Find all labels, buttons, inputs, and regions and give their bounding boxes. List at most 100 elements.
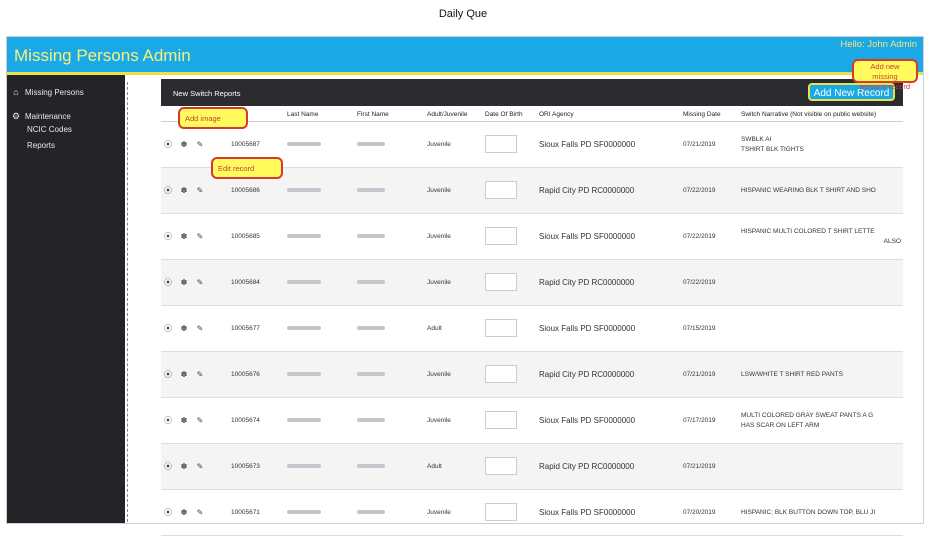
adult-juvenile: Juvenile: [425, 121, 483, 168]
globe-icon[interactable]: ⦿: [163, 323, 173, 333]
edit-pencil-icon[interactable]: ✎: [195, 140, 205, 150]
table-row[interactable]: ⦿ ✽ ✎ 10005684 Juvenile Rapid City PD RC00000…: [161, 259, 903, 306]
table-row[interactable]: ⦿ ✽ ✎ 10005671 Juvenile Sioux Falls PD SF0000…: [161, 489, 903, 536]
adult-juvenile: Juvenile: [425, 259, 483, 306]
panel-title: New Switch Reports: [173, 89, 241, 98]
narrative-line: HISPANIC WEARING BLK T SHIRT AND SHO: [741, 186, 876, 194]
globe-icon[interactable]: ⦿: [163, 461, 173, 471]
first-name-redacted: [355, 397, 425, 444]
callout-edit-record: Edit record: [211, 157, 283, 179]
row-actions: ⦿ ✽ ✎: [161, 351, 229, 398]
narrative-line: HISPANIC; BLK BUTTON DOWN TOP, BLU JI: [741, 508, 876, 516]
edit-pencil-icon[interactable]: ✎: [195, 462, 205, 472]
add-image-icon[interactable]: ✽: [179, 324, 189, 334]
ori-agency: Rapid City PD RC0000000: [537, 443, 681, 490]
col-dob[interactable]: Date Of Birth: [483, 107, 537, 122]
col-first-name[interactable]: First Name: [355, 107, 425, 122]
dob-field: [483, 259, 537, 306]
missing-date: 07/22/2019: [681, 167, 739, 214]
add-image-icon[interactable]: ✽: [179, 462, 189, 472]
callout-add-new-missing: Add new missing persons record: [852, 59, 918, 91]
row-actions: ⦿ ✽ ✎: [161, 489, 229, 536]
app-title: Missing Persons Admin: [14, 46, 191, 65]
dob-field: [483, 121, 537, 168]
dob-field: [483, 213, 537, 260]
add-image-icon[interactable]: ✽: [179, 186, 189, 196]
adult-juvenile: Adult: [425, 443, 483, 490]
panel-header: New Switch Reports Add New Record: [161, 79, 903, 106]
ori-agency: Sioux Falls PD SF0000000: [537, 213, 681, 260]
edit-pencil-icon[interactable]: ✎: [195, 416, 205, 426]
globe-icon[interactable]: ⦿: [163, 185, 173, 195]
first-name-redacted: [355, 305, 425, 352]
add-image-icon[interactable]: ✽: [179, 140, 189, 150]
table-row[interactable]: ⦿ ✽ ✎ 10005685 Juvenile Sioux Falls PD SF0000…: [161, 213, 903, 260]
globe-icon[interactable]: ⦿: [163, 277, 173, 287]
edit-pencil-icon[interactable]: ✎: [195, 508, 205, 518]
user-greeting[interactable]: Hello: John Admin: [840, 39, 917, 50]
table-row[interactable]: ⦿ ✽ ✎ 10005676 Juvenile Rapid City PD RC00000…: [161, 351, 903, 398]
switch-narrative: [739, 305, 903, 352]
globe-icon[interactable]: ⦿: [163, 369, 173, 379]
record-id: 10005684: [229, 259, 285, 306]
sidebar-item-missing-persons[interactable]: ⌂ Missing Persons: [11, 87, 83, 97]
narrative-line: HAS SCAR ON LEFT ARM: [741, 421, 820, 429]
add-image-icon[interactable]: ✽: [179, 278, 189, 288]
first-name-redacted: [355, 121, 425, 168]
add-image-icon[interactable]: ✽: [179, 416, 189, 426]
switch-narrative: HISPANIC MULTI COLORED T SHIRT LETTE ALSO: [739, 213, 903, 260]
ori-agency: Rapid City PD RC0000000: [537, 259, 681, 306]
globe-icon[interactable]: ⦿: [163, 507, 173, 517]
col-last-name[interactable]: Last Name: [285, 107, 355, 122]
table-row[interactable]: ⦿ ✽ ✎ 10005674 Juvenile Sioux Falls PD SF0000…: [161, 397, 903, 444]
table-header-row: Last Name First Name Adult/Juvenile Date…: [161, 107, 903, 122]
edit-pencil-icon[interactable]: ✎: [195, 186, 205, 196]
last-name-redacted: [285, 121, 355, 168]
edit-pencil-icon[interactable]: ✎: [195, 324, 205, 334]
narrative-line: ALSO: [883, 237, 901, 245]
adult-juvenile: Juvenile: [425, 351, 483, 398]
first-name-redacted: [355, 167, 425, 214]
sidebar-item-reports[interactable]: Reports: [27, 141, 55, 150]
col-missing-date[interactable]: Missing Date: [681, 107, 739, 122]
globe-icon[interactable]: ⦿: [163, 139, 173, 149]
last-name-redacted: [285, 443, 355, 490]
record-id: 10005676: [229, 351, 285, 398]
col-ori-agency[interactable]: ORI Agency: [537, 107, 681, 122]
first-name-redacted: [355, 443, 425, 490]
adult-juvenile: Juvenile: [425, 213, 483, 260]
edit-pencil-icon[interactable]: ✎: [195, 232, 205, 242]
add-image-icon[interactable]: ✽: [179, 370, 189, 380]
narrative-line: LSW/WHITE T SHIRT RED PANTS: [741, 370, 843, 378]
narrative-line: MULTI COLORED GRAY SWEAT PANTS A G: [741, 411, 874, 419]
dob-field: [483, 397, 537, 444]
last-name-redacted: [285, 167, 355, 214]
dob-field: [483, 489, 537, 536]
add-image-icon[interactable]: ✽: [179, 232, 189, 242]
col-switch-narrative[interactable]: Switch Narrative (Not visible on public …: [739, 107, 903, 122]
sidebar-item-ncic-codes[interactable]: NCIC Codes: [27, 125, 72, 134]
switch-narrative: MULTI COLORED GRAY SWEAT PANTS A G HAS SC…: [739, 397, 903, 444]
globe-icon[interactable]: ⦿: [163, 415, 173, 425]
missing-date: 07/22/2019: [681, 259, 739, 306]
dob-field: [483, 443, 537, 490]
globe-icon[interactable]: ⦿: [163, 231, 173, 241]
sidebar-item-maintenance[interactable]: ⚙ Maintenance: [11, 111, 71, 122]
switch-narrative: LSW/WHITE T SHIRT RED PANTS: [739, 351, 903, 398]
switch-narrative: [739, 443, 903, 490]
ori-agency: Rapid City PD RC0000000: [537, 351, 681, 398]
col-adult-juvenile[interactable]: Adult/Juvenile: [425, 107, 483, 122]
first-name-redacted: [355, 351, 425, 398]
table-row[interactable]: ⦿ ✽ ✎ 10005677 Adult Sioux Falls PD SF0000000…: [161, 305, 903, 352]
edit-pencil-icon[interactable]: ✎: [195, 370, 205, 380]
table-row[interactable]: ⦿ ✽ ✎ 10005673 Adult Rapid City PD RC0000000 0…: [161, 443, 903, 490]
last-name-redacted: [285, 213, 355, 260]
switch-narrative: HISPANIC WEARING BLK T SHIRT AND SHO: [739, 167, 903, 214]
edit-pencil-icon[interactable]: ✎: [195, 278, 205, 288]
switch-reports-panel: New Switch Reports Add New Record Last N…: [161, 79, 903, 536]
ori-agency: Sioux Falls PD SF0000000: [537, 489, 681, 536]
add-image-icon[interactable]: ✽: [179, 508, 189, 518]
last-name-redacted: [285, 305, 355, 352]
first-name-redacted: [355, 489, 425, 536]
page-caption: Daily Que: [438, 8, 488, 20]
